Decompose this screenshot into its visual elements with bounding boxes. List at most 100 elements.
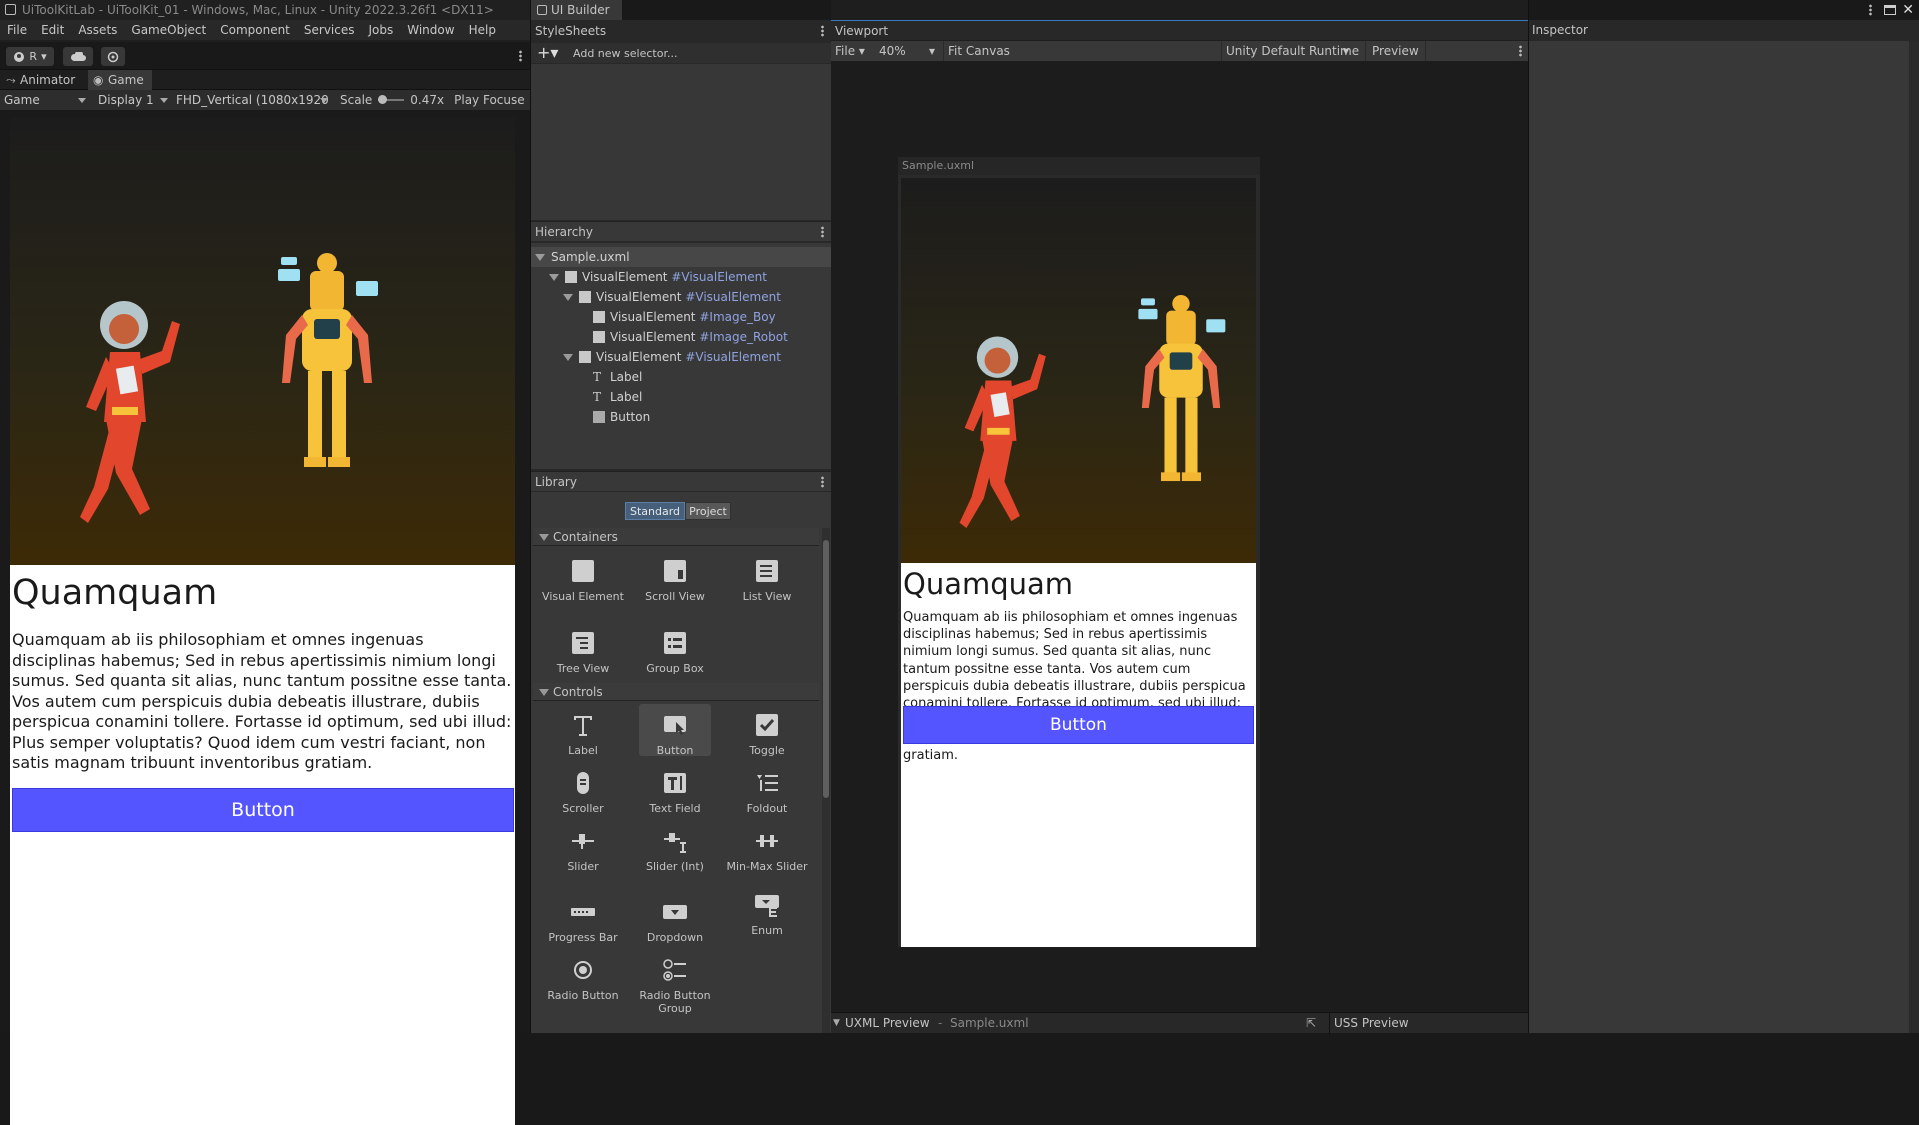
stylesheets-toolbar: +▾ Add new selector... xyxy=(531,43,832,63)
menu-file[interactable]: File xyxy=(0,23,34,37)
hierarchy-row[interactable]: T Label xyxy=(593,387,642,407)
library-tab-standard[interactable]: Standard xyxy=(625,502,685,520)
library-scroll-thumb[interactable] xyxy=(823,540,829,798)
row-type: Button xyxy=(610,410,651,424)
scale-slider-thumb[interactable] xyxy=(378,95,388,104)
account-button[interactable]: R ▾ xyxy=(6,47,54,66)
lib-enum[interactable]: Enum xyxy=(722,892,812,937)
tab-game[interactable]: ◉ Game xyxy=(88,70,152,90)
open-external-icon[interactable]: ⇱ xyxy=(1306,1013,1316,1034)
viewport-more-icon[interactable] xyxy=(1519,45,1522,57)
uss-preview-label[interactable]: USS Preview xyxy=(1329,1013,1409,1034)
lib-item-label: Scroller xyxy=(562,802,604,815)
maximize-icon[interactable] xyxy=(1884,5,1896,15)
hierarchy-row[interactable]: Button xyxy=(593,407,650,427)
scale-slider[interactable] xyxy=(378,95,405,104)
theme-dropdown[interactable]: Unity Default Runtime ... xyxy=(1221,41,1361,61)
hierarchy-root[interactable]: Sample.uxml xyxy=(531,247,832,267)
lib-min-max-slider[interactable]: Min-Max Slider xyxy=(722,828,812,873)
stylesheets-more-icon[interactable] xyxy=(821,25,824,37)
button-icon xyxy=(593,411,605,423)
game-button[interactable]: Button xyxy=(12,788,514,832)
lib-scroller[interactable]: Scroller xyxy=(538,770,628,815)
lib-group-box[interactable]: Group Box xyxy=(630,630,720,675)
menu-jobs[interactable]: Jobs xyxy=(362,23,401,37)
fit-canvas-button[interactable]: Fit Canvas xyxy=(943,41,1010,61)
slider-icon xyxy=(572,834,594,849)
menu-help[interactable]: Help xyxy=(462,23,503,37)
lib-text-field[interactable]: Text Field xyxy=(630,770,720,815)
row-name: #VisualElement xyxy=(685,350,781,364)
viewport-file-menu[interactable]: File ▾ xyxy=(835,41,865,61)
canvas-title-bar[interactable]: Sample.uxml xyxy=(898,157,1260,175)
menu-services[interactable]: Services xyxy=(297,23,362,37)
editor-title: UiToolKitLab - UiToolKit_01 - Windows, M… xyxy=(22,3,494,17)
uxml-preview-separator: - xyxy=(938,1016,943,1030)
services-button[interactable] xyxy=(101,47,125,66)
add-stylesheet-button[interactable]: +▾ xyxy=(537,43,558,63)
zoom-dropdown[interactable]: 40% ▾ xyxy=(875,41,935,61)
hierarchy-row[interactable]: VisualElement #Image_Robot xyxy=(593,327,788,347)
hierarchy-row[interactable]: VisualElement #Image_Boy xyxy=(593,307,776,327)
zoom-value: 40% xyxy=(879,44,906,58)
hierarchy-row[interactable]: VisualElement #VisualElement xyxy=(549,267,767,287)
menu-assets[interactable]: Assets xyxy=(71,23,124,37)
lib-radio-button-group[interactable]: Radio Button Group xyxy=(630,957,720,1015)
inspector-scrollbar[interactable] xyxy=(1909,41,1919,1033)
canvas-button[interactable]: Button xyxy=(903,706,1254,744)
add-selector-input[interactable]: Add new selector... xyxy=(571,46,811,61)
library-section-controls[interactable]: Controls xyxy=(533,683,819,701)
lib-list-view[interactable]: List View xyxy=(722,558,812,603)
resolution-dropdown[interactable]: FHD_Vertical (1080x1920 xyxy=(172,90,332,110)
tab-animator[interactable]: ⤳ Animator xyxy=(0,70,83,90)
collapse-arrow-icon[interactable]: ▼ xyxy=(833,1013,840,1034)
play-focused-dropdown[interactable]: Play Focuse xyxy=(454,93,525,107)
lib-item-label: Progress Bar xyxy=(548,931,618,944)
lib-label[interactable]: Label xyxy=(538,712,628,757)
lib-foldout[interactable]: Foldout xyxy=(722,770,812,815)
lib-item-label: Radio Button xyxy=(547,989,619,1002)
lib-dropdown[interactable]: Dropdown xyxy=(630,899,720,944)
window-more-icon[interactable] xyxy=(1869,4,1872,16)
hierarchy-more-icon[interactable] xyxy=(821,226,824,238)
lib-progress-bar[interactable]: Progress Bar xyxy=(538,899,628,944)
group-box-icon xyxy=(664,632,686,654)
hierarchy-row[interactable]: VisualElement #VisualElement xyxy=(563,287,781,307)
menu-edit[interactable]: Edit xyxy=(34,23,71,37)
hierarchy-row[interactable]: VisualElement #VisualElement xyxy=(563,347,781,367)
lib-visual-element[interactable]: Visual Element xyxy=(538,558,628,603)
lib-slider-int[interactable]: Slider (Int) xyxy=(630,828,720,873)
row-name: #VisualElement xyxy=(685,290,781,304)
menu-window[interactable]: Window xyxy=(400,23,461,37)
hierarchy-row[interactable]: T Label xyxy=(593,367,642,387)
lib-item-label: Tree View xyxy=(556,662,610,675)
lib-button[interactable]: Button xyxy=(630,712,720,757)
account-icon xyxy=(14,51,25,62)
uxml-preview-label[interactable]: UXML Preview xyxy=(845,1013,930,1034)
lib-radio-button[interactable]: Radio Button xyxy=(538,957,628,1002)
lib-toggle[interactable]: Toggle xyxy=(722,712,812,757)
expand-arrow-icon xyxy=(563,294,573,301)
lib-tree-view[interactable]: Tree View xyxy=(538,630,628,675)
builder-window-tabbar: UI Builder xyxy=(531,0,832,20)
display-dropdown[interactable]: Display 1 xyxy=(94,90,172,110)
library-scrollbar[interactable] xyxy=(822,528,830,1033)
menu-component[interactable]: Component xyxy=(213,23,297,37)
game-mode-dropdown[interactable]: Game xyxy=(0,90,90,110)
canvas-heading[interactable]: Quamquam xyxy=(903,567,1073,601)
library-tab-project[interactable]: Project xyxy=(685,502,731,520)
preview-toggle[interactable]: Preview xyxy=(1365,41,1426,61)
toolbar-more-icon[interactable] xyxy=(519,50,522,62)
close-icon[interactable]: ✕ xyxy=(1902,0,1914,20)
library-more-icon[interactable] xyxy=(821,476,824,488)
cloud-button[interactable] xyxy=(63,47,93,66)
lib-scroll-view[interactable]: Scroll View xyxy=(630,558,720,603)
window-controls: ✕ xyxy=(1529,0,1919,20)
library-section-containers[interactable]: Containers xyxy=(533,528,819,546)
lib-item-label: Dropdown xyxy=(646,931,704,944)
lib-slider[interactable]: Slider xyxy=(538,828,628,873)
visual-element-icon xyxy=(593,331,605,343)
menu-gameobject[interactable]: GameObject xyxy=(124,23,213,37)
theme-label: Unity Default Runtime ... xyxy=(1226,44,1361,58)
tab-ui-builder[interactable]: UI Builder xyxy=(531,0,622,20)
